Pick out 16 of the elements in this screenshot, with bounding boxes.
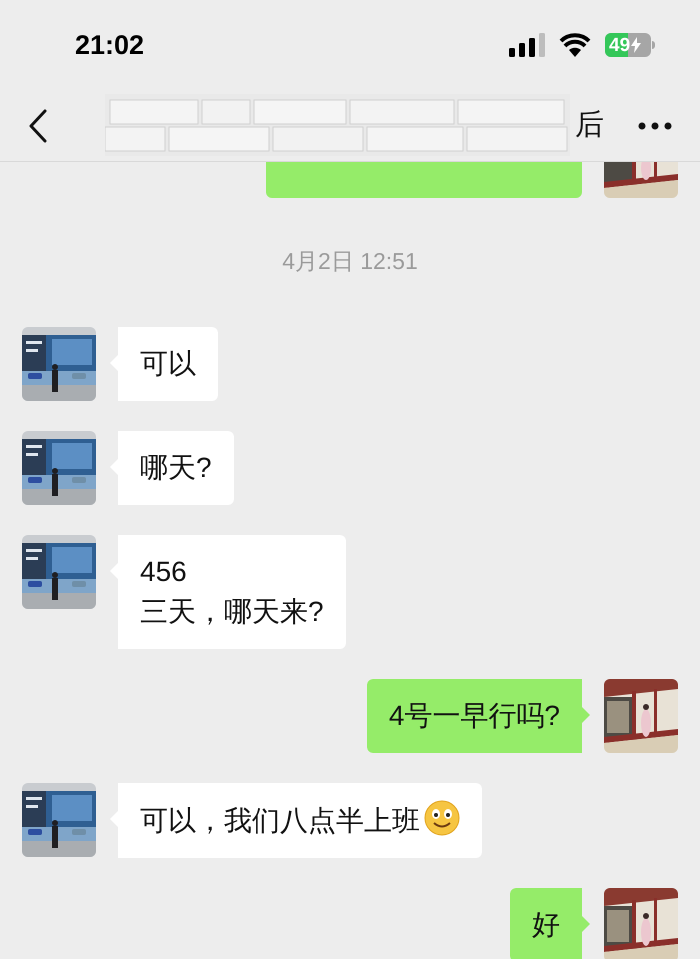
bubble-tail-icon: [582, 916, 590, 932]
bolt-icon: [631, 37, 642, 53]
chat-bubble[interactable]: 可以: [110, 326, 218, 400]
wifi-icon: [559, 33, 591, 57]
timestamp: 4月2日 12:51: [282, 247, 418, 276]
chat-bubble[interactable]: 哪天?: [110, 430, 234, 504]
chat-bubble[interactable]: 可以，我们八点半上班: [110, 782, 482, 858]
more-icon[interactable]: [638, 122, 672, 130]
chat-bubble[interactable]: 4号一早行吗?: [366, 678, 590, 752]
chat-title: 后: [575, 108, 604, 143]
back-icon[interactable]: [28, 108, 48, 142]
chat-bubble[interactable]: 456 三天，哪天来?: [110, 534, 346, 648]
bubble-tail-icon: [582, 706, 590, 722]
signal-icon: [509, 33, 545, 57]
status-time: 21:02: [75, 28, 144, 62]
chat-bubble[interactable]: 好: [510, 888, 590, 959]
